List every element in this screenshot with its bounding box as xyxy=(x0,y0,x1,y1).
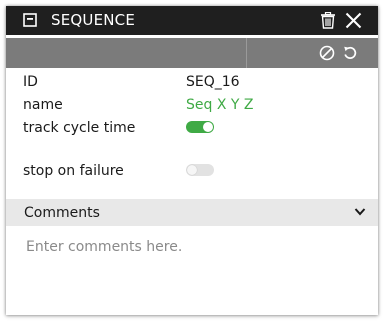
toggle-knob xyxy=(203,122,213,132)
panel-icon xyxy=(23,13,37,27)
stop-on-failure-toggle[interactable] xyxy=(186,164,214,176)
name-value[interactable]: Seq X Y Z xyxy=(186,95,253,115)
trash-icon[interactable] xyxy=(320,12,336,29)
name-label: name xyxy=(23,97,63,113)
id-label: ID xyxy=(23,74,38,90)
track-cycle-time-label: track cycle time xyxy=(23,120,136,136)
title-bar: SEQUENCE xyxy=(6,6,378,35)
toolbar xyxy=(6,38,378,68)
comments-placeholder: Enter comments here. xyxy=(26,239,183,255)
comments-header[interactable]: Comments xyxy=(6,199,378,226)
toolbar-divider xyxy=(246,38,247,68)
sequence-panel: SEQUENCE ID SEQ_16 name Seq X Y Z track … xyxy=(6,6,378,315)
chevron-down-icon[interactable] xyxy=(354,207,366,217)
id-value: SEQ_16 xyxy=(186,74,240,90)
track-cycle-time-toggle[interactable] xyxy=(186,121,214,133)
stop-on-failure-label: stop on failure xyxy=(23,163,124,179)
panel-title: SEQUENCE xyxy=(51,11,136,29)
toggle-knob xyxy=(187,165,197,175)
reset-icon[interactable] xyxy=(342,45,358,61)
close-icon[interactable] xyxy=(345,12,362,29)
disable-icon[interactable] xyxy=(319,45,335,61)
comments-label: Comments xyxy=(24,205,100,221)
